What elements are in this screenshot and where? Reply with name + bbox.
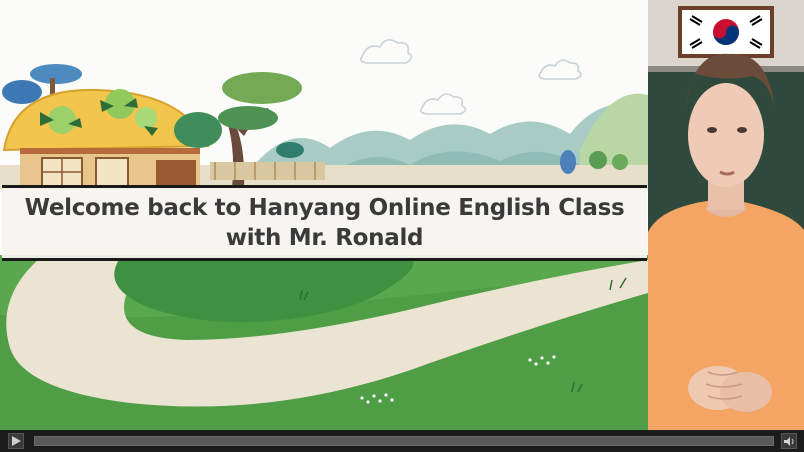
lecture-slide: Welcome back to Hanyang Online English C… <box>0 0 648 430</box>
slide-title-line-1: Welcome back to Hanyang Online English C… <box>24 195 625 221</box>
video-player: Welcome back to Hanyang Online English C… <box>0 0 804 452</box>
presenter-video <box>648 0 804 430</box>
slide-title-banner: Welcome back to Hanyang Online English C… <box>2 185 647 261</box>
seek-bar[interactable] <box>34 436 774 446</box>
slide-title-line-2: with Mr. Ronald <box>225 225 424 251</box>
webcam-feed <box>648 0 804 430</box>
volume-button[interactable] <box>781 433 797 449</box>
volume-icon <box>784 437 794 446</box>
south-korea-flag <box>678 6 774 58</box>
play-button[interactable] <box>8 433 24 449</box>
player-controls <box>0 430 804 452</box>
play-icon <box>12 436 21 446</box>
